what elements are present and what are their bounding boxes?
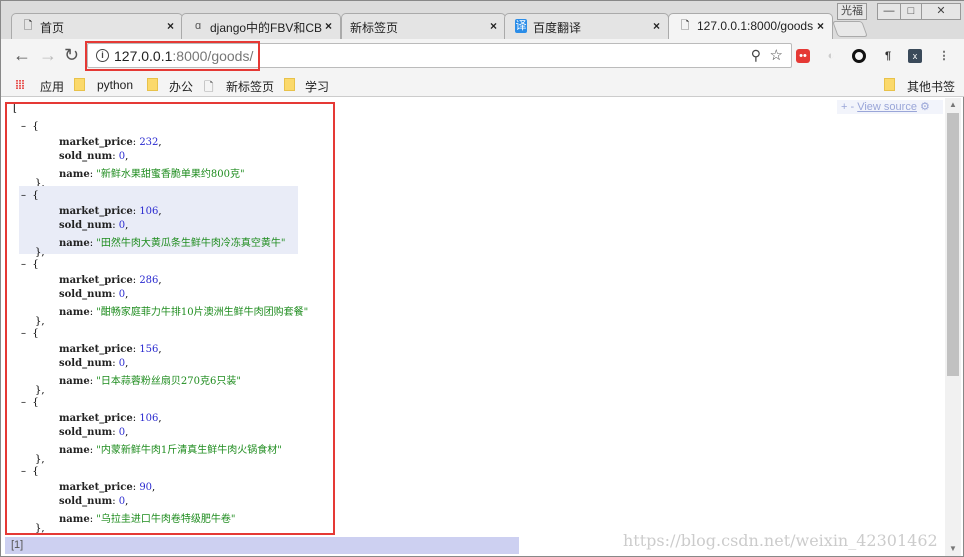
new-tab-button[interactable] xyxy=(832,21,868,37)
close-icon[interactable]: × xyxy=(813,19,824,33)
expand-collapse-toggle[interactable]: + - xyxy=(841,101,854,113)
extension-circle-icon[interactable] xyxy=(852,49,866,63)
maximize-button[interactable]: □ xyxy=(900,3,922,20)
bookmark-office[interactable]: 办公 xyxy=(169,78,193,95)
url-highlight-box xyxy=(85,41,260,71)
zoom-icon[interactable]: ⚲ xyxy=(751,47,761,64)
extension-red-icon[interactable]: •• xyxy=(796,49,810,63)
folder-icon xyxy=(74,78,85,91)
bookmark-apps[interactable]: 应用 xyxy=(40,78,64,95)
extension-pilcrow-icon[interactable]: ¶ xyxy=(881,49,895,63)
django-icon: ɑ xyxy=(194,20,202,32)
user-profile-button[interactable]: 光福 xyxy=(837,3,867,20)
apps-icon: ⁞⁞⁞ xyxy=(15,78,25,92)
bookmark-python[interactable]: python xyxy=(97,78,133,92)
page-icon: 🗋 xyxy=(23,20,33,32)
reload-icon[interactable]: ↻ xyxy=(64,45,79,66)
page-icon: 🗋 xyxy=(204,80,214,94)
tab-new-tab[interactable]: 新标签页 × xyxy=(341,13,506,39)
status-bar: [1] xyxy=(5,537,519,554)
view-source-bar: + - View source ⚙ xyxy=(837,100,943,114)
close-icon[interactable]: × xyxy=(653,19,660,33)
bookmark-study[interactable]: 学习 xyxy=(305,78,329,95)
close-window-button[interactable]: ✕ xyxy=(921,3,961,20)
tab-django[interactable]: ɑ django中的FBV和CBV × xyxy=(181,13,341,39)
bookmark-new-tab[interactable]: 新标签页 xyxy=(226,78,274,95)
tab-goods[interactable]: 🗋 127.0.0.1:8000/goods × xyxy=(668,13,833,40)
scroll-down-icon[interactable]: ▼ xyxy=(949,544,957,553)
close-icon[interactable]: × xyxy=(321,19,332,33)
scroll-up-icon[interactable]: ▲ xyxy=(949,100,957,109)
extension-x-icon[interactable]: x xyxy=(908,49,922,63)
vertical-scrollbar[interactable]: ▲ ▼ xyxy=(945,98,961,556)
back-icon[interactable]: ← xyxy=(13,45,31,66)
tab-home[interactable]: 🗋 首页 × xyxy=(11,13,183,39)
close-icon[interactable]: × xyxy=(490,19,497,33)
scrollbar-thumb[interactable] xyxy=(947,113,959,376)
bookmarks-bar: ⁞⁞⁞ 应用 python 办公 🗋 新标签页 学习 其他书签 xyxy=(1,72,964,97)
folder-icon xyxy=(284,78,295,91)
forward-icon[interactable]: → xyxy=(39,45,57,66)
minimize-button[interactable]: — xyxy=(877,3,901,20)
close-icon[interactable]: × xyxy=(167,19,174,33)
bookmark-other[interactable]: 其他书签 xyxy=(907,78,955,95)
menu-icon[interactable]: ⋮ xyxy=(937,49,951,63)
translate-icon: 译 xyxy=(515,19,527,33)
bookmark-star-icon[interactable]: ☆ xyxy=(770,46,783,64)
extension-gray-icon[interactable]: ◐ xyxy=(824,49,838,63)
tab-baidu-translate[interactable]: 译百度翻译 × xyxy=(504,13,669,39)
page-icon: 🗋 xyxy=(680,20,690,32)
content-highlight-box xyxy=(5,102,335,535)
folder-icon xyxy=(147,78,158,91)
gear-icon[interactable]: ⚙ xyxy=(920,101,930,113)
view-source-link[interactable]: View source xyxy=(857,101,917,113)
tab-strip: 🗋 首页 × ɑ django中的FBV和CBV × 新标签页 × 译百度翻译 × 🗋 127… xyxy=(1,1,964,40)
folder-icon xyxy=(884,78,895,91)
watermark: https://blog.csdn.net/weixin_42301462 xyxy=(623,531,938,550)
